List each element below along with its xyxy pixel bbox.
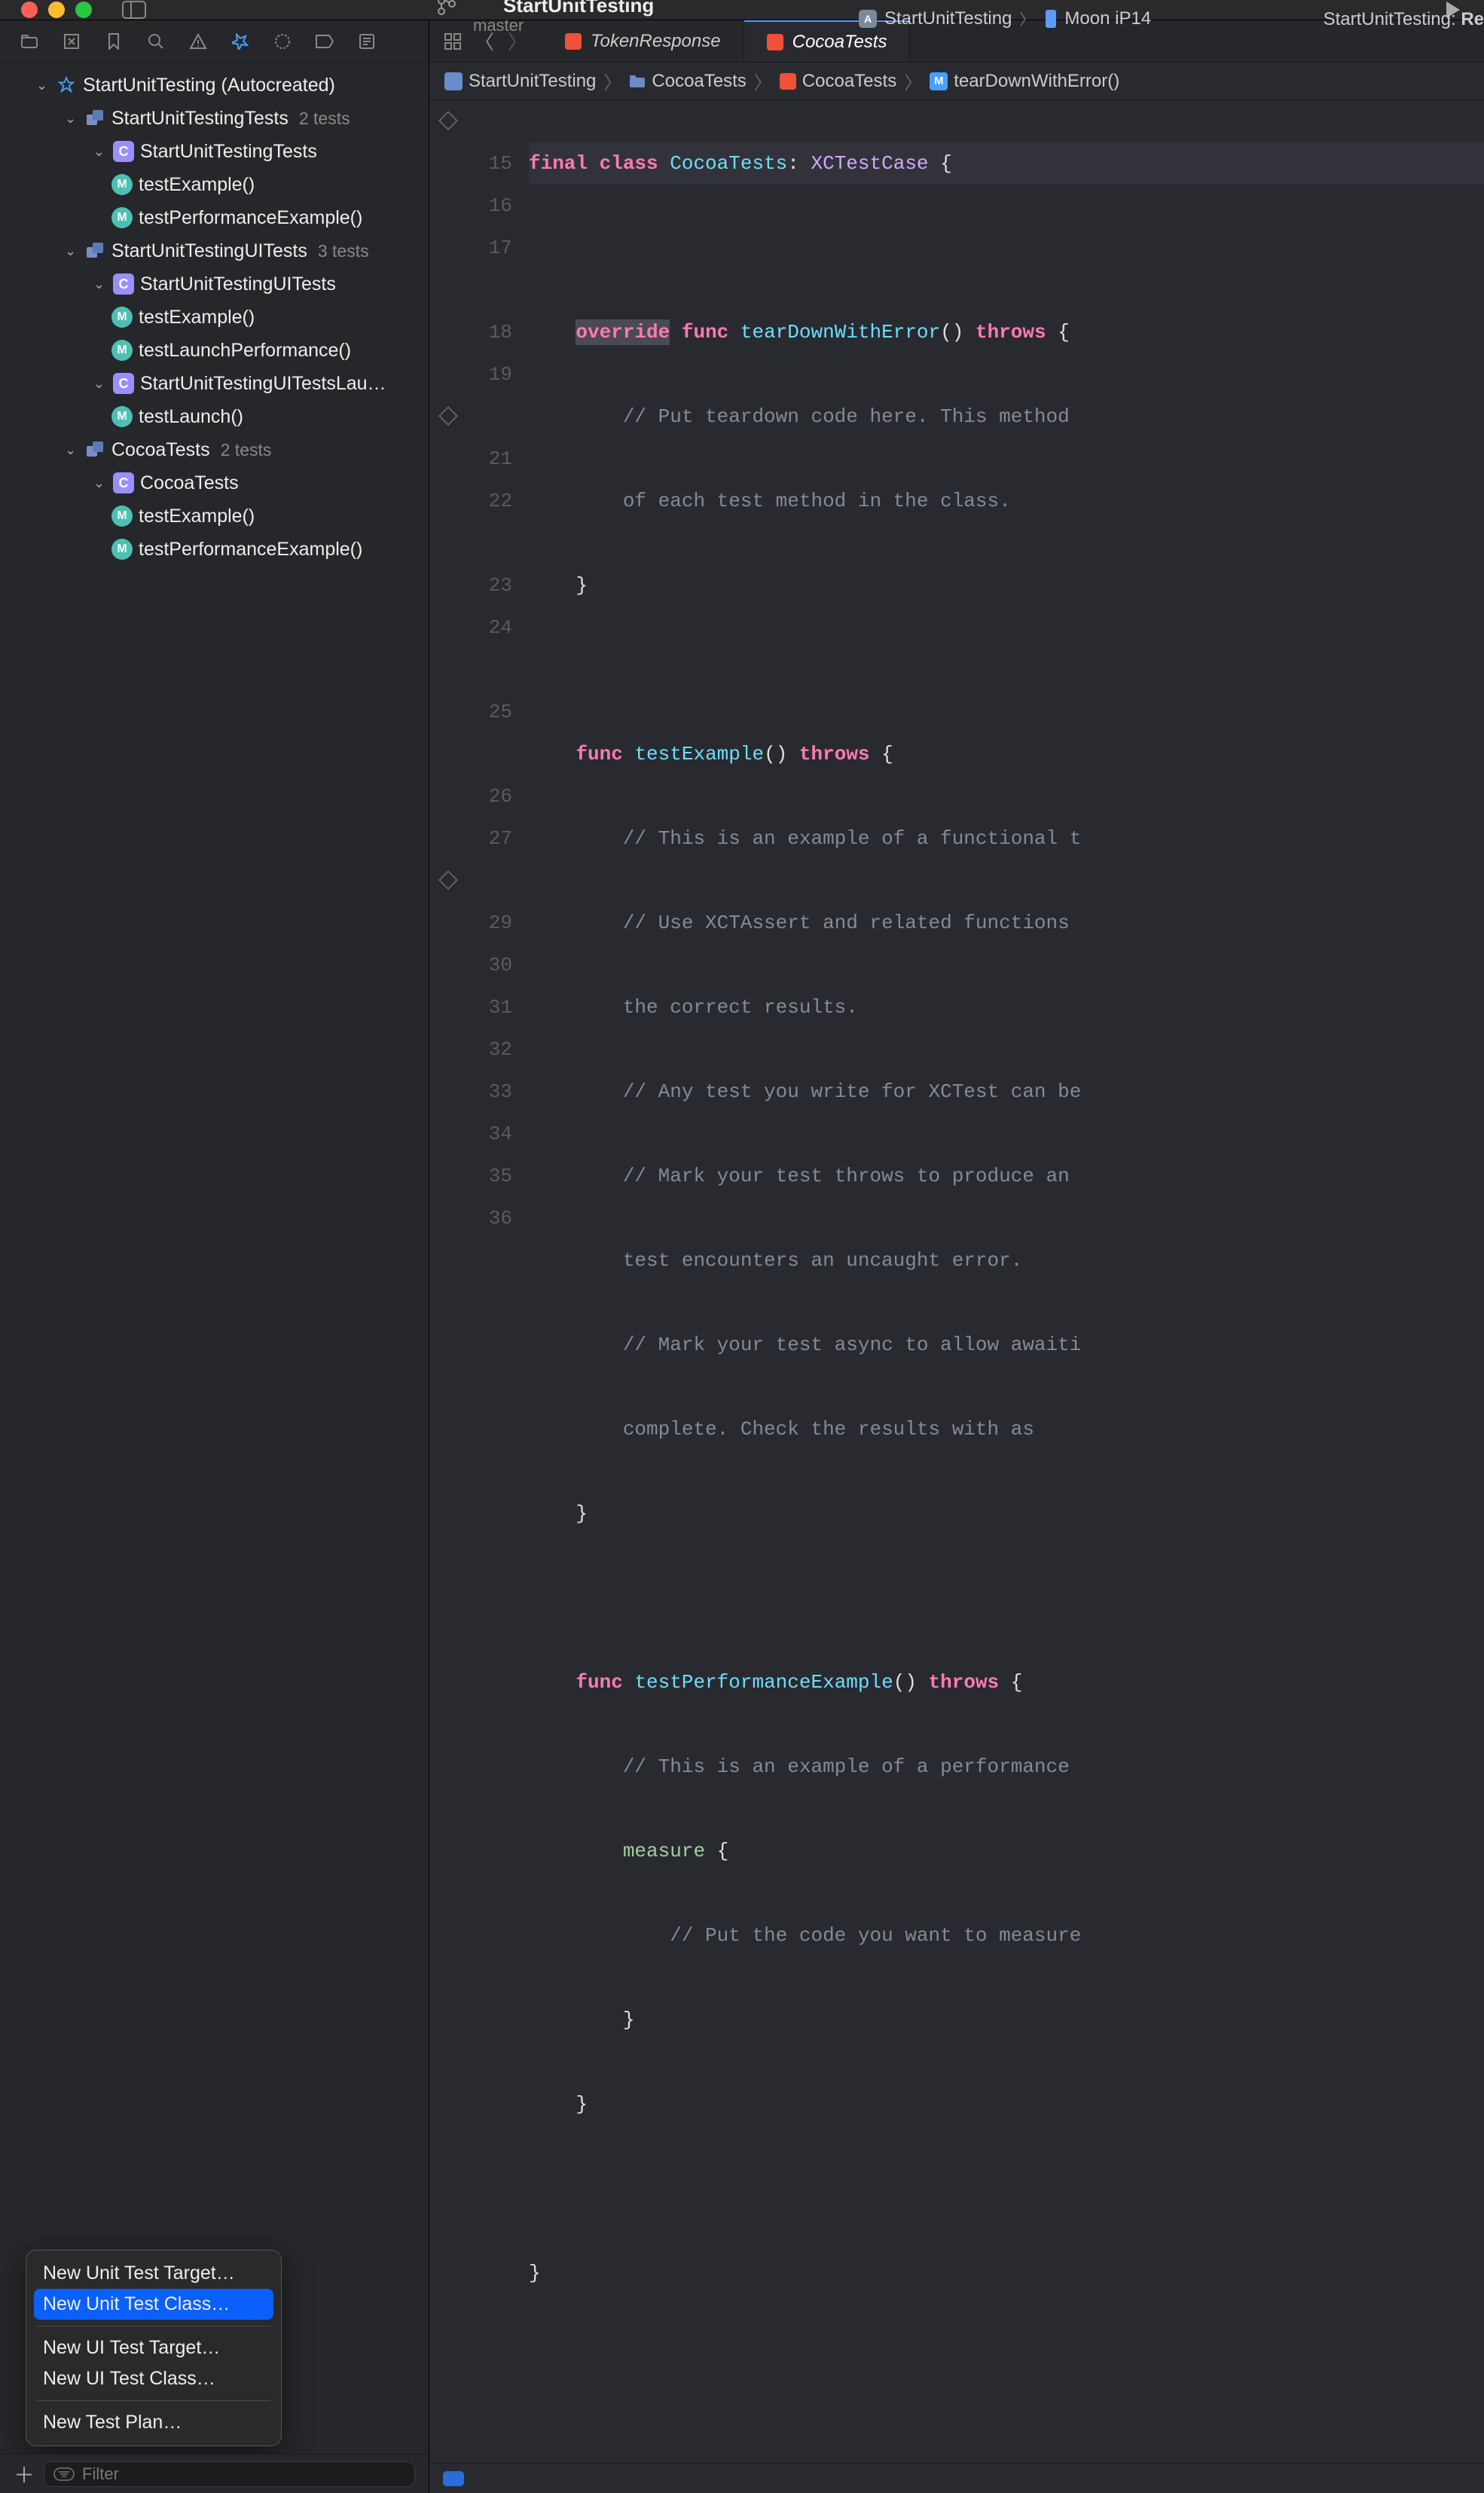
line-number-gutter: 1516171819212223242526272930313233343536 xyxy=(467,100,521,2463)
close-window-button[interactable] xyxy=(21,2,38,18)
menu-new-unit-test-target[interactable]: New Unit Test Target… xyxy=(26,2258,281,2289)
zoom-window-button[interactable] xyxy=(75,2,92,18)
test-method-row[interactable]: M testLaunch() xyxy=(0,400,429,433)
add-button[interactable]: ＋ xyxy=(14,2459,35,2489)
target-icon xyxy=(84,240,105,261)
swift-file-icon xyxy=(767,34,783,50)
source-control-navigator-icon[interactable] xyxy=(62,32,81,51)
disclosure-triangle-icon[interactable]: ⌄ xyxy=(65,442,78,458)
chevron-right-icon: 〉 xyxy=(1019,8,1034,29)
method-icon: M xyxy=(111,539,133,560)
minimize-window-button[interactable] xyxy=(48,2,65,18)
breakpoint-navigator-icon[interactable] xyxy=(315,32,334,51)
svg-text:A: A xyxy=(864,13,872,25)
menu-separator xyxy=(37,2400,270,2401)
test-target-row[interactable]: ⌄ StartUnitTestingUITests 3 tests xyxy=(0,234,429,267)
chevron-right-icon: 〉 xyxy=(904,68,922,94)
chevron-right-icon: 〉 xyxy=(603,68,621,94)
class-icon: C xyxy=(113,472,134,493)
target-icon xyxy=(84,439,105,460)
project-name[interactable]: StartUnitTesting xyxy=(503,0,654,17)
method-icon: M xyxy=(111,207,133,228)
bookmark-navigator-icon[interactable] xyxy=(104,32,124,51)
method-icon: M xyxy=(111,307,133,328)
test-method-row[interactable]: M testExample() xyxy=(0,168,429,201)
disclosure-triangle-icon[interactable]: ⌄ xyxy=(65,111,78,127)
test-method-row[interactable]: M testPerformanceExample() xyxy=(0,533,429,566)
navigator-sidebar: ⌄ StartUnitTesting (Autocreated) ⌄ Start… xyxy=(0,20,429,2493)
report-navigator-icon[interactable] xyxy=(357,32,377,51)
swift-file-icon xyxy=(780,73,796,90)
find-navigator-icon[interactable] xyxy=(146,32,166,51)
menu-new-ui-test-target[interactable]: New UI Test Target… xyxy=(26,2333,281,2363)
test-target-row[interactable]: ⌄ CocoaTests 2 tests xyxy=(0,433,429,466)
code-content[interactable]: final class CocoaTests: XCTestCase { ove… xyxy=(521,100,1484,2463)
class-icon: C xyxy=(113,373,134,394)
test-method-row[interactable]: M testExample() xyxy=(0,301,429,334)
project-icon xyxy=(444,72,463,90)
test-class-row[interactable]: ⌄ C StartUnitTestingUITests xyxy=(0,267,429,301)
test-method-row[interactable]: M testExample() xyxy=(0,500,429,533)
titlebar: StartUnitTesting master A StartUnitTesti… xyxy=(0,0,1484,20)
method-icon: M xyxy=(111,506,133,527)
navigator-selector xyxy=(0,20,429,63)
method-icon: M xyxy=(930,72,948,90)
scheme-selector[interactable]: A StartUnitTesting 〉 xyxy=(859,8,1034,29)
app-icon: A xyxy=(859,10,877,28)
test-target-row[interactable]: ⌄ StartUnitTestingTests 2 tests xyxy=(0,102,429,135)
disclosure-triangle-icon[interactable]: ⌄ xyxy=(93,475,107,491)
disclosure-triangle-icon[interactable]: ⌄ xyxy=(65,243,78,259)
test-diamond-gutter: ◇ ◇ ◇ xyxy=(429,100,467,2463)
scope-button[interactable] xyxy=(443,2471,464,2486)
test-navigator-icon[interactable] xyxy=(231,32,250,51)
test-class-row[interactable]: ⌄ C StartUnitTestingUITestsLau… xyxy=(0,367,429,400)
disclosure-triangle-icon[interactable]: ⌄ xyxy=(93,376,107,392)
sidebar-toggle-icon[interactable] xyxy=(122,1,146,19)
test-method-row[interactable]: M testLaunchPerformance() xyxy=(0,334,429,367)
test-plan-icon xyxy=(56,75,77,96)
disclosure-triangle-icon[interactable]: ⌄ xyxy=(36,78,50,93)
editor-bottom-bar xyxy=(429,2463,1484,2493)
test-plan-row[interactable]: ⌄ StartUnitTesting (Autocreated) xyxy=(0,69,429,102)
method-icon: M xyxy=(111,340,133,361)
run-test-diamond[interactable]: ◇ xyxy=(429,100,467,142)
menu-new-unit-test-class[interactable]: New Unit Test Class… xyxy=(34,2289,273,2320)
method-icon: M xyxy=(111,174,133,195)
disclosure-triangle-icon[interactable]: ⌄ xyxy=(93,276,107,292)
run-test-diamond[interactable]: ◇ xyxy=(429,860,467,902)
class-icon: C xyxy=(113,273,134,295)
class-icon: C xyxy=(113,141,134,162)
test-method-row[interactable]: M testPerformanceExample() xyxy=(0,201,429,234)
run-test-diamond[interactable]: ◇ xyxy=(429,396,467,438)
test-tree: ⌄ StartUnitTesting (Autocreated) ⌄ Start… xyxy=(0,63,429,2454)
filter-input[interactable]: Filter xyxy=(44,2461,415,2487)
menu-new-ui-test-class[interactable]: New UI Test Class… xyxy=(26,2363,281,2394)
issue-navigator-icon[interactable] xyxy=(188,32,208,51)
debug-navigator-icon[interactable] xyxy=(273,32,292,51)
test-class-row[interactable]: ⌄ C StartUnitTestingTests xyxy=(0,135,429,168)
add-test-context-menu: New Unit Test Target… New Unit Test Clas… xyxy=(26,2250,282,2446)
test-class-row[interactable]: ⌄ C CocoaTests xyxy=(0,466,429,500)
target-icon xyxy=(84,108,105,129)
jump-bar[interactable]: StartUnitTesting 〉 CocoaTests 〉 CocoaTes… xyxy=(429,63,1484,100)
project-navigator-icon[interactable] xyxy=(20,32,39,51)
iphone-icon xyxy=(1045,9,1057,29)
disclosure-triangle-icon[interactable]: ⌄ xyxy=(93,144,107,160)
device-selector[interactable]: Moon iP14 xyxy=(1045,8,1151,29)
branch-icon xyxy=(437,0,456,16)
chevron-right-icon: 〉 xyxy=(754,68,772,94)
source-editor: 〈 〉 TokenResponse CocoaTests StartUnitTe… xyxy=(429,20,1484,2493)
filter-scope-icon[interactable] xyxy=(53,2467,75,2481)
activity-status: StartUnitTesting: Re xyxy=(1324,9,1484,30)
branch-name[interactable]: master xyxy=(473,16,654,35)
method-icon: M xyxy=(111,406,133,427)
folder-icon xyxy=(629,75,646,88)
menu-new-test-plan[interactable]: New Test Plan… xyxy=(26,2407,281,2438)
